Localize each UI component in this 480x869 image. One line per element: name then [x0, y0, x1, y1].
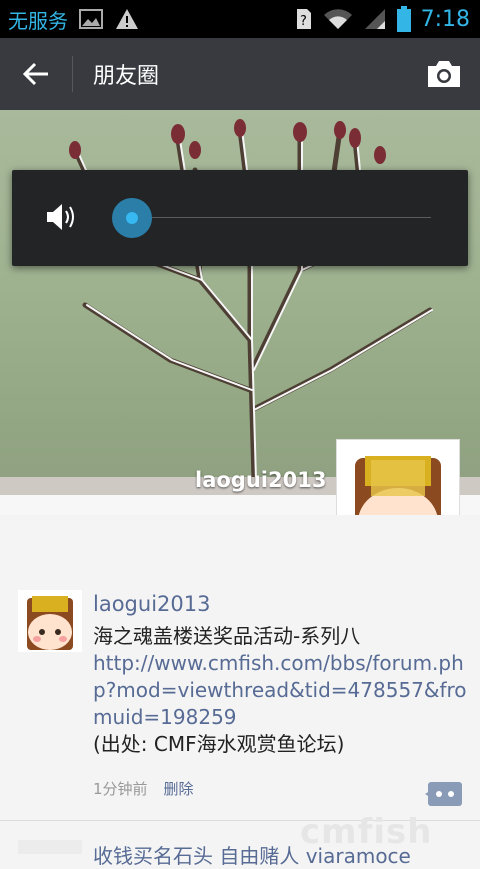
warning-icon — [116, 9, 138, 29]
back-arrow-icon — [22, 62, 48, 86]
post-time: 1分钟前 — [93, 780, 148, 798]
post-content: 海之魂盖楼送奖品活动-系列八 http://www.cmfish.com/bbs… — [93, 623, 473, 758]
clock: 7:18 — [420, 6, 470, 32]
avatar-illustration — [27, 596, 73, 650]
post-title-line: 海之魂盖楼送奖品活动-系列八 — [93, 624, 361, 648]
post-avatar[interactable] — [18, 590, 82, 652]
app-bar: 朋友圈 — [0, 38, 480, 110]
speaker-icon — [47, 204, 74, 230]
sim-icon: ? — [296, 9, 311, 29]
post-source-line: (出处: CMF海水观赏鱼论坛) — [93, 732, 345, 756]
signal-icon — [364, 9, 385, 29]
post-link[interactable]: http://www.cmfish.com/bbs/forum.php?mod=… — [93, 650, 473, 731]
carrier-label: 无服务 — [8, 8, 68, 33]
volume-slider-thumb[interactable] — [111, 197, 153, 239]
camera-button[interactable] — [408, 38, 480, 110]
image-icon — [79, 9, 103, 29]
svg-text:?: ? — [300, 14, 307, 29]
post-username[interactable]: laogui2013 — [93, 592, 210, 616]
more-dots-icon — [436, 791, 454, 797]
cover-username: laogui2013 — [195, 468, 327, 492]
back-button[interactable] — [0, 38, 72, 110]
volume-panel — [12, 170, 468, 266]
comment-button[interactable] — [425, 782, 462, 806]
status-bar: 无服务 ? 7:18 — [0, 0, 480, 38]
volume-track[interactable] — [143, 217, 431, 218]
post-meta: 1分钟前 删除 — [93, 778, 194, 799]
wifi-icon — [323, 9, 352, 29]
appbar-divider — [72, 56, 73, 92]
next-post-avatar[interactable] — [18, 840, 82, 854]
camera-icon — [428, 61, 460, 87]
page-title: 朋友圈 — [93, 64, 160, 89]
delete-button[interactable]: 删除 — [164, 778, 194, 799]
watermark: cmfish — [300, 812, 433, 852]
battery-icon — [396, 6, 411, 32]
